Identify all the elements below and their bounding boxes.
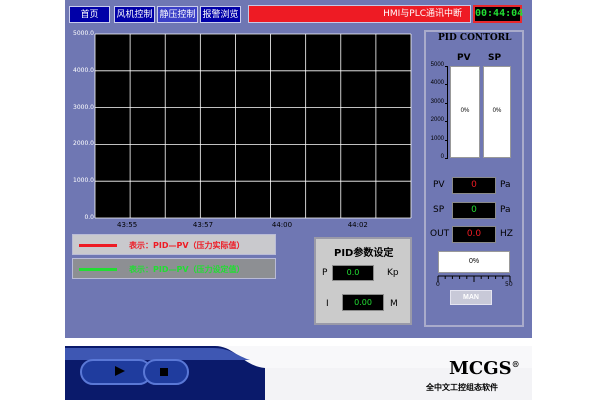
pv-readout-unit: Pa	[500, 180, 511, 190]
legend-pv-label: 表示：PID—PV（压力实际值）	[129, 241, 245, 250]
chart-y-tick-label: 3000.0	[73, 103, 94, 111]
bar-tick-label: 2000	[430, 117, 444, 124]
out-readout-unit: HZ	[500, 229, 513, 239]
legend-pv-swatch	[79, 244, 117, 247]
sp-readout-field[interactable]: 0	[452, 202, 496, 219]
pid-setting-panel: PID参数设定 P 0.0 Kp I 0.00 M	[314, 237, 412, 325]
nav-fan-control-button[interactable]: 风机控制	[114, 6, 155, 23]
bar-tick-label: 4000	[430, 80, 444, 87]
sp-bar-percent: 0%	[492, 108, 502, 114]
output-hbar-scale	[437, 275, 511, 282]
bar-tick-label: 3000	[430, 98, 444, 105]
p-value-field[interactable]: 0.0	[332, 265, 374, 281]
pv-bar-header: PV	[457, 53, 471, 63]
out-readout-label: OUT	[430, 229, 450, 239]
chart-x-tick-label: 43:57	[192, 221, 214, 229]
play-icon	[115, 366, 125, 376]
bar-tick-label: 5000	[430, 62, 444, 68]
legend-sp: 表示：PID—PV（压力设定值）	[72, 258, 276, 279]
legend-sp-label: 表示：PID—PV（压力设定值）	[129, 265, 245, 274]
legend-sp-swatch	[79, 268, 117, 271]
nav-alarm-browse-button[interactable]: 报警浏览	[200, 6, 241, 23]
sp-readout-label: SP	[433, 205, 445, 215]
man-button[interactable]: MAN	[450, 290, 492, 305]
pv-readout-value: 0	[452, 177, 496, 194]
pid-control-title: PID CONTORL	[438, 33, 512, 43]
chart-y-tick-label: 5000.0	[73, 30, 94, 37]
chart-y-tick-label: 0.0	[84, 214, 94, 221]
output-hbar: 0%	[438, 251, 510, 273]
output-hbar-percent: 0%	[468, 258, 480, 265]
chart-y-tick-label: 1000.0	[73, 177, 94, 185]
legend-pv: 表示：PID—PV（压力实际值）	[72, 234, 276, 255]
pid-setting-title: PID参数设定	[334, 248, 394, 259]
chart-y-tick-label: 4000.0	[73, 66, 94, 74]
pv-readout-label: PV	[433, 180, 445, 190]
alarm-banner: HMI与PLC通讯中断	[248, 5, 471, 23]
bar-tick-label: 1000	[430, 135, 444, 142]
stop-icon	[160, 368, 168, 376]
brand-name: MCGS	[449, 358, 512, 379]
stop-button[interactable]	[143, 359, 189, 385]
sp-bar-header: SP	[488, 53, 502, 63]
play-button[interactable]	[80, 359, 152, 385]
clock-display: 00:44:04	[473, 5, 523, 23]
brand-logo: MCGS®	[449, 358, 520, 379]
pid-control-panel: PID CONTORL PV SP 5000 4000 3000 2000 1000 0 …	[424, 30, 524, 327]
p-label: P	[322, 268, 328, 278]
nav-home-button[interactable]: 首页	[69, 6, 110, 23]
bar-tick-label: 0	[440, 154, 444, 160]
bar-tick-mark	[445, 158, 448, 159]
chart-x-tick-label: 43:55	[117, 221, 138, 229]
pv-bar-percent: 0%	[460, 108, 470, 114]
sp-readout-unit: Pa	[500, 205, 511, 215]
i-unit: M	[390, 299, 398, 309]
trend-chart	[94, 33, 412, 219]
chart-x-tick-label: 44:02	[347, 221, 368, 229]
runtime-bar: MCGS® 全中文工控组态软件	[65, 346, 532, 400]
bar-axis-line	[447, 66, 448, 158]
sp-bar: 0%	[483, 66, 511, 158]
hbar-min-label: 0	[436, 281, 440, 288]
chart-plot-area	[95, 34, 411, 218]
i-value-field[interactable]: 0.00	[342, 294, 384, 311]
nav-static-pressure-button[interactable]: 静压控制	[157, 6, 198, 23]
hbar-max-label: 50	[505, 281, 513, 288]
chart-y-tick-label: 2000.0	[73, 140, 94, 148]
brand-subtitle: 全中文工控组态软件	[426, 383, 498, 392]
p-unit: Kp	[387, 268, 399, 278]
out-readout-value: 0.0	[452, 226, 496, 243]
brand-reg: ®	[511, 359, 520, 369]
chart-x-tick-label: 44:00	[271, 221, 293, 229]
i-label: I	[326, 299, 329, 309]
pv-bar: 0%	[450, 66, 480, 158]
